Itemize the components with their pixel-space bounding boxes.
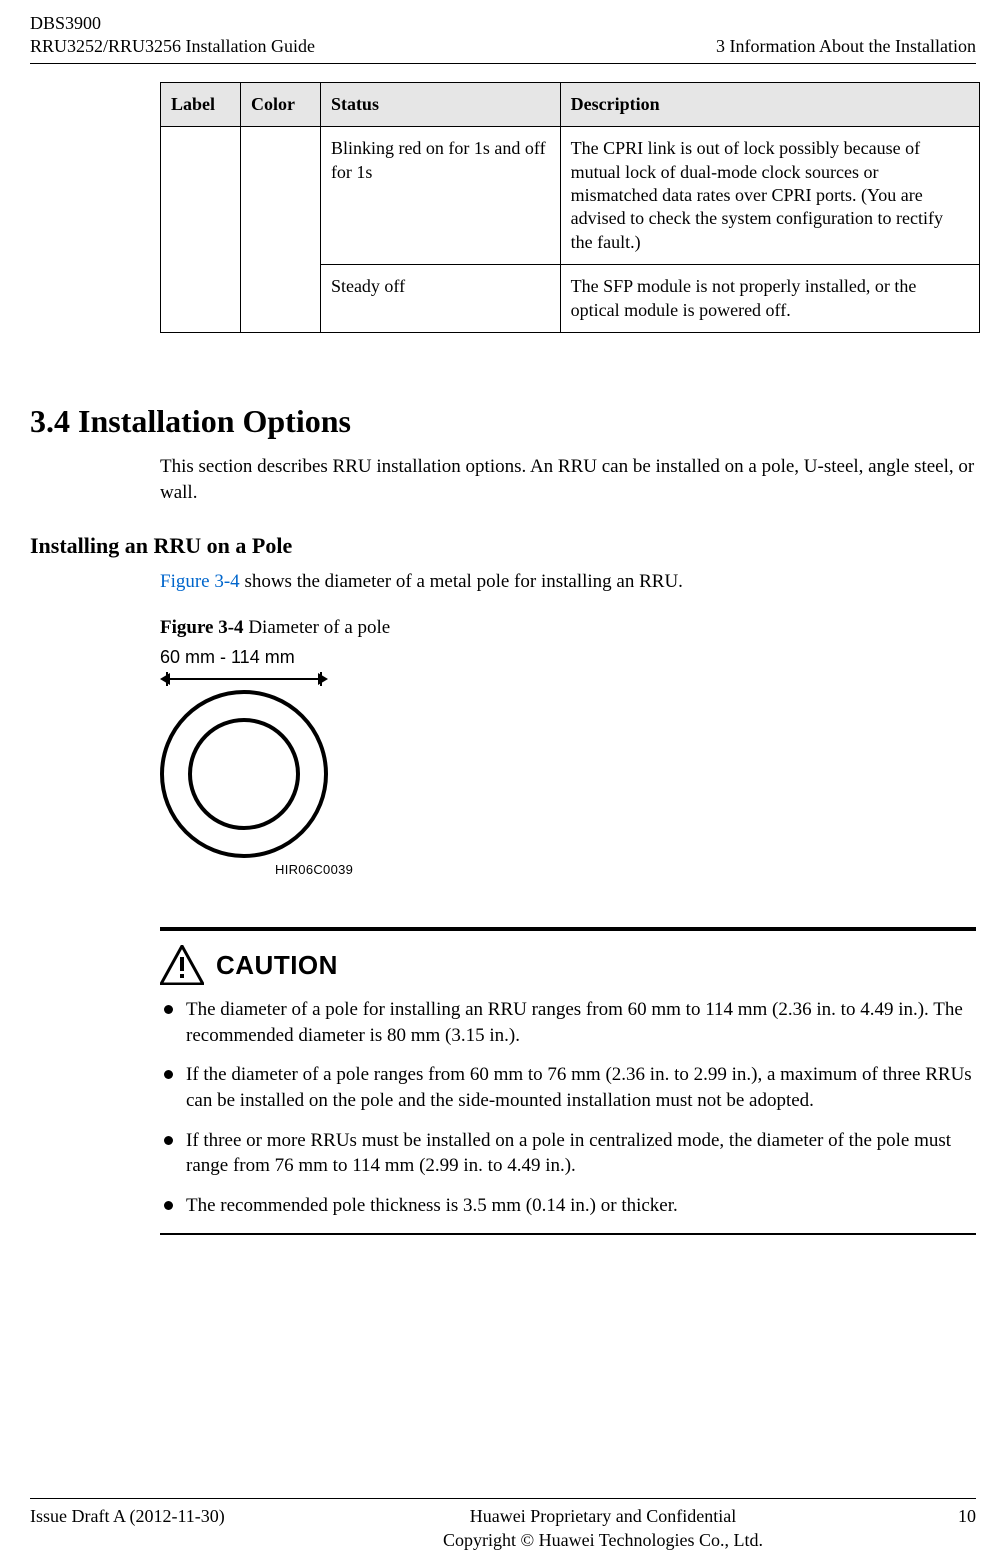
bracket-arrow-right-icon: [318, 673, 328, 685]
list-item: The recommended pole thickness is 3.5 mm…: [160, 1193, 976, 1219]
list-item: The diameter of a pole for installing an…: [160, 997, 976, 1048]
pole-inner-circle-icon: [188, 718, 300, 830]
cell-description: The SFP module is not properly installed…: [560, 265, 979, 333]
col-header-description: Description: [560, 82, 979, 126]
footer-center: Huawei Proprietary and Confidential Copy…: [290, 1505, 916, 1552]
figure-caption-rest: Diameter of a pole: [244, 617, 391, 638]
header-left: DBS3900 RRU3252/RRU3256 Installation Gui…: [30, 12, 315, 59]
subsection-heading: Installing an RRU on a Pole: [30, 533, 976, 559]
doc-model: DBS3900: [30, 12, 315, 35]
page-header: DBS3900 RRU3252/RRU3256 Installation Gui…: [30, 0, 976, 59]
list-item: If three or more RRUs must be installed …: [160, 1128, 976, 1179]
col-header-status: Status: [320, 82, 560, 126]
status-table: Label Color Status Description Blinking …: [160, 82, 980, 333]
figure-code: HIR06C0039: [275, 862, 976, 877]
table-row: Blinking red on for 1s and off for 1s Th…: [161, 127, 980, 265]
footer-rule: [30, 1498, 976, 1499]
pole-outer-circle-icon: [160, 690, 328, 858]
figure-caption-bold: Figure 3-4: [160, 617, 244, 638]
dimension-bracket: [160, 670, 328, 686]
caution-block: CAUTION The diameter of a pole for insta…: [160, 927, 976, 1234]
section-heading: 3.4 Installation Options: [30, 403, 976, 440]
footer-copyright: Copyright © Huawei Technologies Co., Ltd…: [290, 1529, 916, 1552]
cell-status: Steady off: [320, 265, 560, 333]
figure-caption: Figure 3-4 Diameter of a pole: [160, 617, 976, 639]
table-header-row: Label Color Status Description: [161, 82, 980, 126]
section-intro: This section describes RRU installation …: [160, 454, 976, 505]
page-footer: Issue Draft A (2012-11-30) Huawei Propri…: [30, 1498, 976, 1552]
cell-label: [161, 127, 241, 333]
cell-color: [240, 127, 320, 333]
bracket-line: [166, 678, 322, 680]
chapter-title: 3 Information About the Installation: [716, 35, 976, 58]
header-spacer: [716, 12, 976, 35]
header-rule: [30, 63, 976, 64]
cell-status: Blinking red on for 1s and off for 1s: [320, 127, 560, 265]
figure-image: 60 mm - 114 mm HIR06C0039: [160, 647, 976, 877]
footer-page-number: 10: [916, 1505, 976, 1552]
col-header-label: Label: [161, 82, 241, 126]
caution-rule-top: [160, 927, 976, 931]
caution-rule-bottom: [160, 1233, 976, 1235]
dimension-label: 60 mm - 114 mm: [160, 647, 976, 668]
caution-triangle-icon: [160, 945, 204, 985]
figure-ref-link[interactable]: Figure 3-4: [160, 571, 240, 592]
header-right: 3 Information About the Installation: [716, 12, 976, 59]
footer-issue: Issue Draft A (2012-11-30): [30, 1505, 290, 1552]
footer-proprietary: Huawei Proprietary and Confidential: [290, 1505, 916, 1528]
col-header-color: Color: [240, 82, 320, 126]
caution-heading: CAUTION: [160, 945, 976, 985]
doc-title: RRU3252/RRU3256 Installation Guide: [30, 35, 315, 58]
caution-label: CAUTION: [216, 950, 338, 981]
figure-ref-rest: shows the diameter of a metal pole for i…: [240, 571, 683, 592]
list-item: If the diameter of a pole ranges from 60…: [160, 1062, 976, 1113]
caution-list: The diameter of a pole for installing an…: [160, 997, 976, 1218]
footer-row: Issue Draft A (2012-11-30) Huawei Propri…: [30, 1505, 976, 1552]
cell-description: The CPRI link is out of lock possibly be…: [560, 127, 979, 265]
figure-reference-line: Figure 3-4 shows the diameter of a metal…: [160, 571, 976, 593]
